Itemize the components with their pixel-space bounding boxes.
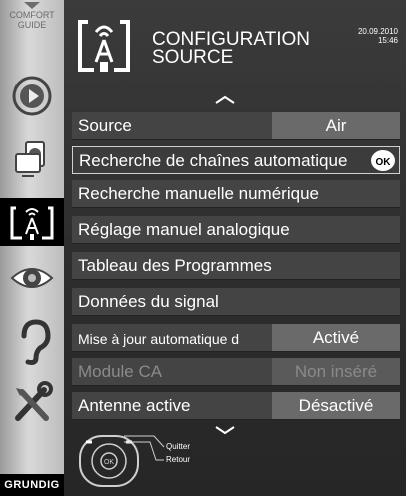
menu-label: Recherche de chaînes automatique: [79, 151, 348, 170]
menu-label: Données du signal: [78, 292, 219, 311]
tools-icon[interactable]: [0, 380, 64, 426]
scroll-up-chevron-icon[interactable]: [214, 95, 236, 105]
menu-row-manual-digital-search[interactable]: Recherche manuelle numérique: [72, 180, 400, 208]
ear-icon[interactable]: [0, 318, 64, 365]
brand-logo: GRUNDIG: [0, 474, 64, 496]
menu-label: Antenne active: [78, 396, 191, 415]
menu-row-active-antenna[interactable]: Antenne active Désactivé: [72, 392, 400, 420]
menu-row-auto-update[interactable]: Mise à jour automatique d Activé: [72, 324, 400, 352]
menu-label: Module CA: [78, 362, 163, 381]
legend-connector-lines: [124, 435, 165, 461]
ok-badge: OK: [371, 150, 395, 171]
sidebar-item-active[interactable]: [0, 198, 64, 246]
comfort-label-line2: GUIDE: [17, 20, 47, 30]
time-label: 15:46: [377, 36, 398, 45]
sidebar: COMFORT GUIDE GRUNDIG: [0, 0, 64, 496]
settings-panel: CONFIGURATION SOURCE 20.09.2010 15:46 So…: [64, 0, 406, 496]
page-title-line2: SOURCE: [152, 47, 234, 68]
menu-row-source[interactable]: Source Air: [72, 112, 400, 140]
menu-row-program-table[interactable]: Tableau des Programmes: [72, 252, 400, 280]
antenna-source-icon: [78, 20, 130, 72]
menu-label: Source: [78, 116, 132, 135]
header: CONFIGURATION SOURCE 20.09.2010 15:46: [64, 0, 406, 90]
menu-label: Tableau des Programmes: [78, 256, 272, 275]
scroll-down-chevron-icon[interactable]: [214, 425, 236, 435]
up-arrow-icon: [24, 2, 40, 9]
menu-row-signal-data[interactable]: Données du signal: [72, 288, 400, 316]
menu-value[interactable]: Air: [272, 112, 400, 139]
menu-label: Recherche manuelle numérique: [78, 184, 319, 203]
antenna-source-icon: [10, 206, 54, 240]
picture-in-picture-icon[interactable]: [0, 138, 64, 184]
menu-value[interactable]: Activé: [272, 324, 400, 351]
remote-ok-label: OK: [104, 459, 114, 466]
menu-row-ca-module: Module CA Non inséré: [72, 358, 400, 386]
menu-label: Mise à jour automatique d: [78, 331, 240, 347]
eye-icon[interactable]: [0, 258, 64, 304]
legend-back: Retour: [166, 455, 191, 464]
legend-quit: Quitter: [166, 442, 191, 451]
menu-row-manual-analog-tuning[interactable]: Réglage manuel analogique: [72, 216, 400, 244]
menu-value: Non inséré: [272, 358, 400, 385]
menu-label: Réglage manuel analogique: [78, 220, 290, 239]
menu-row-auto-channel-search[interactable]: Recherche de chaînes automatique OK: [72, 146, 400, 174]
comfort-label-line1: COMFORT: [9, 10, 55, 20]
comfort-guide-button[interactable]: COMFORT GUIDE: [0, 0, 64, 56]
play-icon[interactable]: [0, 74, 64, 120]
menu-value[interactable]: Désactivé: [272, 392, 400, 419]
